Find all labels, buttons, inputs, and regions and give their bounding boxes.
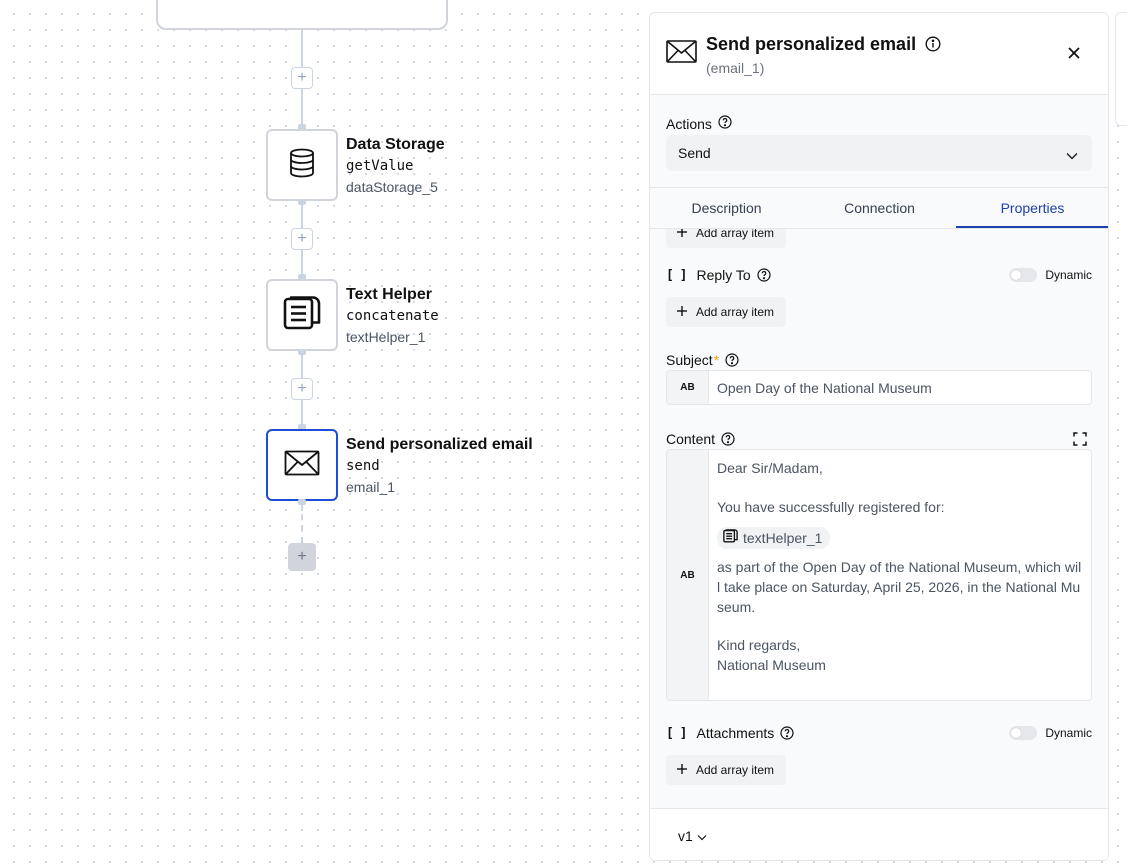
connector-line [301,30,303,68]
content-editor-text[interactable]: Dear Sir/Madam, You have successfully re… [709,450,1091,700]
subject-input-value[interactable]: Open Day of the National Museum [709,371,1091,404]
add-step-button[interactable]: + [291,67,313,89]
reply-to-field-header: [ ] Reply To Dynamic [666,267,1092,283]
node-id: email_1 [346,479,396,495]
panel-body: Actions Send Description Connection Prop… [650,95,1108,860]
help-icon[interactable] [757,268,771,282]
node-method: send [346,458,380,474]
content-line: Dear Sir/Madam, [717,460,823,476]
add-array-item-label: Add array item [696,229,775,240]
dynamic-toggle[interactable] [1009,268,1038,282]
subject-input[interactable]: AB Open Day of the National Museum [666,370,1092,405]
variable-chip-label: textHelper_1 [743,530,823,546]
tab-description[interactable]: Description [650,188,803,228]
envelope-icon [284,450,320,481]
help-icon[interactable] [718,115,732,132]
info-icon[interactable] [925,36,941,57]
help-icon[interactable] [725,353,739,367]
node-method: getValue [346,158,414,174]
variable-chip[interactable]: textHelper_1 [717,527,831,549]
database-icon [288,148,316,183]
reply-to-add-array-item-button[interactable]: Add array item [666,297,787,327]
reply-to-label: Reply To [696,267,751,283]
dynamic-toggle-group: Dynamic [1009,268,1092,282]
help-icon[interactable] [721,432,735,446]
version-selector[interactable]: v1 [650,808,1108,860]
connector-line [301,201,303,228]
close-icon[interactable] [1064,43,1084,63]
plus-icon [676,763,688,778]
text-type-badge: AB [667,371,709,404]
envelope-icon [666,40,697,68]
adjacent-panel-edge [1115,12,1127,126]
content-editor[interactable]: AB Dear Sir/Madam, You have successfully… [666,449,1092,701]
node-data-storage-info: Data Storage getValue dataStorage_5 [346,135,445,197]
node-text-helper-info: Text Helper concatenate textHelper_1 [346,285,439,347]
help-icon[interactable] [780,726,794,740]
content-field-header: Content [666,431,1092,447]
panel-title: Send personalized email [706,34,917,54]
content-line: National Museum [717,657,826,673]
add-step-button[interactable]: + [291,228,313,250]
connector-dashed-line [301,503,303,543]
properties-scroll-area[interactable]: Add array item [ ] Reply To Dynamic Add … [650,229,1108,809]
content-line: Kind regards, [717,637,801,653]
subject-label: Subject [666,352,713,368]
actions-selected-value: Send [678,145,711,161]
text-type-badge: AB [667,450,709,700]
node-title: Data Storage [346,136,445,153]
array-bracket-icon: [ ] [666,725,688,741]
add-step-button[interactable]: + [291,378,313,400]
node-text-helper[interactable] [266,279,338,351]
content-line: as part of the Open Day of the National … [717,559,1082,615]
chevron-down-icon [1066,147,1078,163]
chevron-down-icon [697,828,707,844]
connector-line [301,89,303,129]
node-method: concatenate [346,308,439,324]
properties-panel: Send personalized email (email_1) Action… [649,12,1109,861]
workflow-canvas[interactable]: + Data Storage getValue dataStorage_5 + [0,0,640,867]
text-helper-icon [283,295,321,336]
text-helper-icon [723,528,738,548]
plus-icon [676,229,688,241]
node-id: dataStorage_5 [346,179,438,195]
panel-tabs: Description Connection Properties [650,187,1108,229]
node-data-storage[interactable] [266,129,338,201]
array-bracket-icon: [ ] [666,267,688,283]
plus-icon [676,305,688,320]
attachments-add-array-item-button[interactable]: Add array item [666,755,787,785]
dynamic-toggle-group: Dynamic [1009,726,1092,740]
actions-field-label: Actions [666,115,732,132]
node-title: Text Helper [346,286,432,303]
attachments-field-header: [ ] Attachments Dynamic [666,725,1092,741]
dynamic-label: Dynamic [1045,726,1092,740]
subject-field-header: Subject * [666,352,1092,368]
actions-select[interactable]: Send [666,135,1092,171]
required-mark: * [713,352,720,368]
node-send-email-info: Send personalized email send email_1 [346,435,533,497]
connector-line [301,351,303,378]
content-line: You have successfully registered for: [717,499,945,515]
add-array-item-label: Add array item [696,305,775,319]
node-send-email[interactable] [266,429,338,501]
dynamic-toggle[interactable] [1009,726,1038,740]
panel-header: Send personalized email (email_1) [650,13,1108,95]
content-label: Content [666,431,716,447]
tab-properties[interactable]: Properties [956,188,1108,228]
node-id: textHelper_1 [346,329,426,345]
add-array-item-button[interactable]: Add array item [666,229,787,248]
add-array-item-label: Add array item [696,763,775,777]
attachments-label: Attachments [696,725,775,741]
expand-icon[interactable] [1068,427,1092,451]
previous-node[interactable] [156,0,448,30]
panel-subtitle: (email_1) [706,60,765,76]
tab-connection[interactable]: Connection [803,188,956,228]
actions-label-text: Actions [666,115,712,132]
version-label: v1 [678,827,693,844]
node-title: Send personalized email [346,436,533,453]
dynamic-label: Dynamic [1045,268,1092,282]
add-final-step-button[interactable]: + [288,543,316,571]
